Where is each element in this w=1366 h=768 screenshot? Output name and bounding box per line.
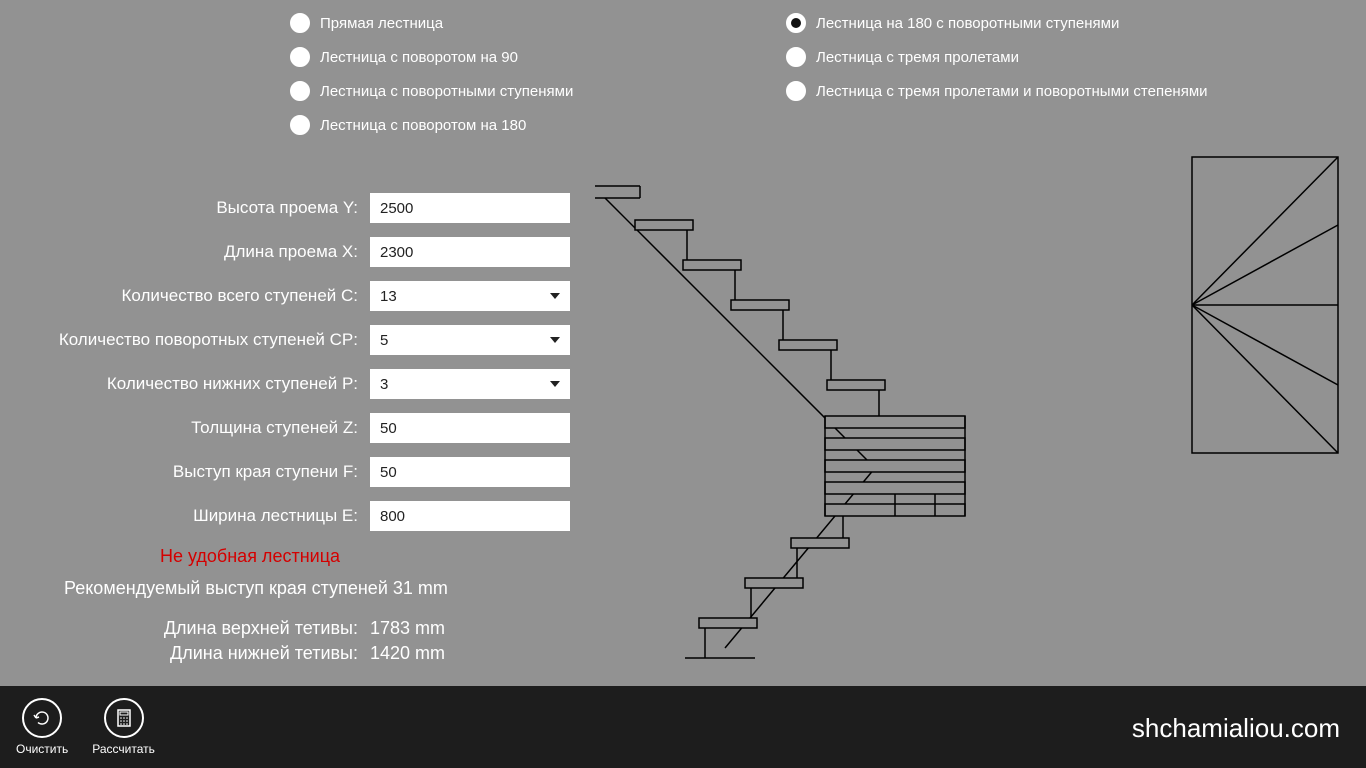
label-length-x: Длина проема X: (0, 242, 370, 262)
input-thick-z[interactable] (370, 413, 570, 443)
radio-icon (786, 47, 806, 67)
select-turn-cp[interactable]: 5 (370, 325, 570, 355)
result-upper-value: 1783 mm (370, 618, 445, 639)
radio-turn-180[interactable]: Лестница с поворотом на 180 (290, 114, 573, 136)
result-lower-value: 1420 mm (370, 643, 445, 664)
label-thick-z: Толщина ступеней Z: (0, 418, 370, 438)
select-value: 5 (380, 332, 388, 349)
select-value: 3 (380, 376, 388, 393)
radio-label: Лестница с поворотом на 180 (320, 117, 526, 134)
undo-icon (22, 698, 62, 738)
radio-label: Лестница с поворотом на 90 (320, 49, 518, 66)
radio-three-flights-winder[interactable]: Лестница с тремя пролетами и поворотными… (786, 80, 1208, 102)
select-value: 13 (380, 288, 397, 305)
radio-label: Лестница с тремя пролетами и поворотными… (816, 83, 1208, 100)
radio-column-1: Прямая лестница Лестница с поворотом на … (290, 12, 573, 148)
input-width-e[interactable] (370, 501, 570, 531)
calculator-icon (104, 698, 144, 738)
input-length-x[interactable] (370, 237, 570, 267)
app-bar: Очистить Рассчитать shchamialiou.com (0, 686, 1366, 768)
label-lower-p: Количество нижних ступеней P: (0, 374, 370, 394)
brand-link[interactable]: shchamialiou.com (1132, 713, 1340, 744)
clear-button[interactable]: Очистить (16, 698, 68, 756)
radio-icon (786, 81, 806, 101)
radio-icon (786, 13, 806, 33)
label-turn-cp: Количество поворотных ступеней CP: (0, 330, 370, 350)
calculate-button[interactable]: Рассчитать (92, 698, 155, 756)
radio-three-flights[interactable]: Лестница с тремя пролетами (786, 46, 1208, 68)
label-width-e: Ширина лестницы E: (0, 506, 370, 526)
label-nose-f: Выступ края ступени F: (0, 462, 370, 482)
result-lower-label: Длина нижней тетивы: (0, 643, 370, 664)
radio-label: Лестница с поворотными ступенями (320, 83, 573, 100)
recommend-text: Рекомендуемый выступ края ступеней 31 mm (64, 578, 448, 599)
stair-side-diagram (595, 168, 985, 678)
label-height-y: Высота проема Y: (0, 198, 370, 218)
select-lower-p[interactable]: 3 (370, 369, 570, 399)
input-height-y[interactable] (370, 193, 570, 223)
radio-column-2: Лестница на 180 с поворотными ступенями … (786, 12, 1208, 114)
radio-180-winder[interactable]: Лестница на 180 с поворотными ступенями (786, 12, 1208, 34)
radio-icon (290, 47, 310, 67)
radio-icon (290, 81, 310, 101)
select-steps-c[interactable]: 13 (370, 281, 570, 311)
radio-straight-stair[interactable]: Прямая лестница (290, 12, 573, 34)
input-form: Высота проема Y: Длина проема X: Количес… (0, 192, 600, 544)
input-nose-f[interactable] (370, 457, 570, 487)
label-steps-c: Количество всего ступеней C: (0, 286, 370, 306)
radio-icon (290, 115, 310, 135)
calc-label: Рассчитать (92, 742, 155, 756)
radio-icon (290, 13, 310, 33)
radio-label: Лестница на 180 с поворотными ступенями (816, 15, 1119, 32)
clear-label: Очистить (16, 742, 68, 756)
warning-text: Не удобная лестница (160, 546, 340, 567)
radio-label: Прямая лестница (320, 15, 443, 32)
results-block: Длина верхней тетивы: 1783 mm Длина нижн… (0, 618, 445, 668)
radio-label: Лестница с тремя пролетами (816, 49, 1019, 66)
stair-plan-diagram (1190, 155, 1340, 455)
result-upper-label: Длина верхней тетивы: (0, 618, 370, 639)
radio-winder-steps[interactable]: Лестница с поворотными ступенями (290, 80, 573, 102)
radio-turn-90[interactable]: Лестница с поворотом на 90 (290, 46, 573, 68)
